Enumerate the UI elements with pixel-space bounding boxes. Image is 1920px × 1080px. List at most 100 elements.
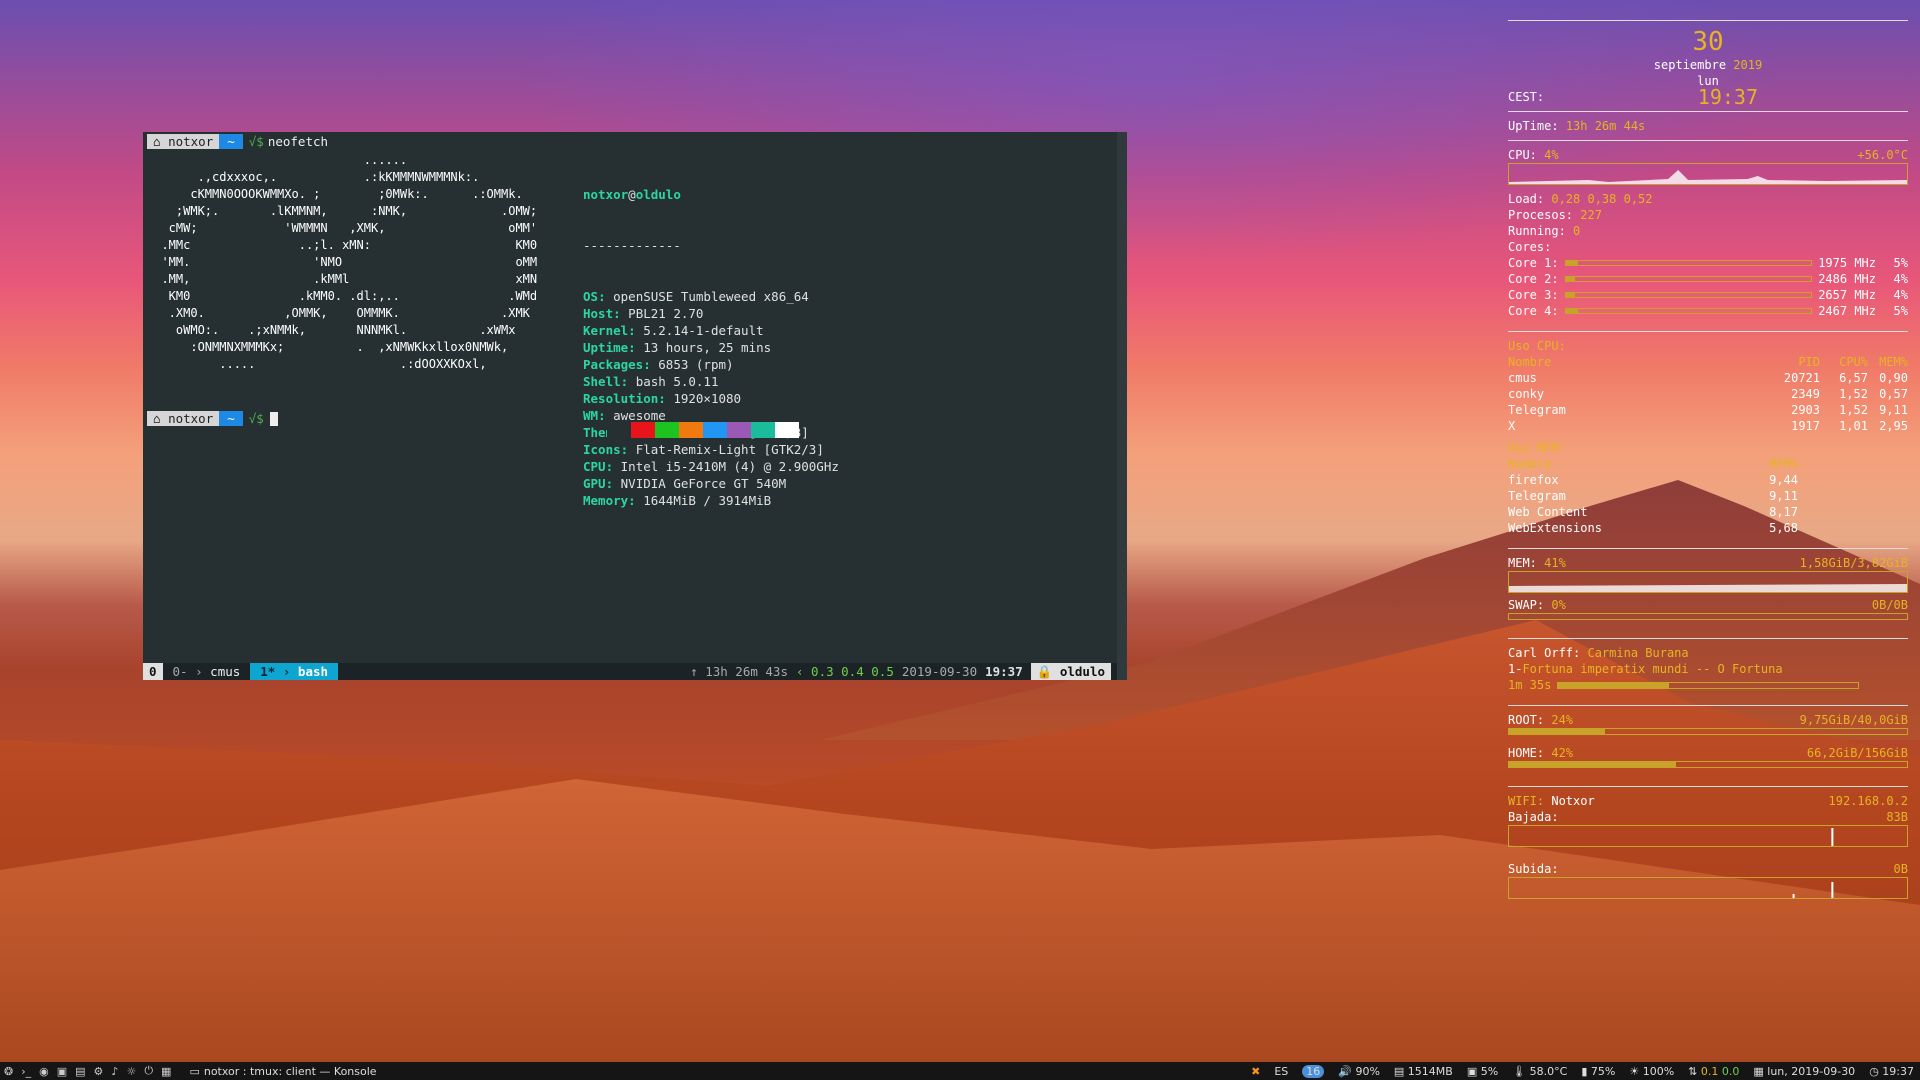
- swap-bar: [1508, 613, 1908, 620]
- tmux-window-0[interactable]: 0- › cmus: [163, 663, 251, 680]
- terminal-scrollbar[interactable]: [1117, 132, 1127, 680]
- net-indicator[interactable]: ⇅ 0.1 0.0: [1688, 1065, 1739, 1078]
- prompt-user: ⌂ notxor: [147, 411, 220, 426]
- mem-cell: WebExtensions: [1508, 521, 1602, 535]
- ascii-logo: ...... .,cdxxxoc,. .:kKMMMNWMMMNk:. cKMM…: [161, 153, 538, 371]
- task-konsole[interactable]: ▭ notxor : tmux: client — Konsole: [189, 1065, 376, 1078]
- prompt-dir: ~: [219, 134, 243, 149]
- text-cursor[interactable]: [269, 411, 278, 426]
- settings-icon[interactable]: ⚙: [94, 1065, 104, 1078]
- palette-swatch: [751, 422, 775, 438]
- temp-indicator: 🌡 58.0°C: [1512, 1064, 1568, 1078]
- tray-close-icon[interactable]: ✖: [1251, 1065, 1260, 1078]
- conky-cores-label: Cores:: [1508, 240, 1552, 254]
- system-info: notxor@oldulo ------------- OS: openSUSE…: [583, 187, 839, 508]
- terminal-window[interactable]: ⌂ notxor ~ √$ neofetch ...... .,cdxxxoc,…: [143, 132, 1127, 680]
- files-icon[interactable]: ▣: [57, 1065, 67, 1078]
- opensuse-icon[interactable]: ◉: [39, 1065, 49, 1078]
- volume-indicator[interactable]: 🔊 90%: [1338, 1065, 1380, 1078]
- conky-uptime: UpTime: 13h 26m 44s: [1508, 119, 1646, 133]
- music-progress: 1m 35s: [1508, 677, 1908, 693]
- info-row: Resolution: 1920×1080: [583, 391, 742, 406]
- core-row: Core 3: 2657 MHz 4%: [1508, 288, 1908, 302]
- date-indicator[interactable]: ▦ lun, 2019-09-30: [1753, 1065, 1855, 1078]
- tmux-session[interactable]: 0: [143, 663, 163, 680]
- palette-swatch: [775, 422, 799, 438]
- palette-swatch: [631, 422, 655, 438]
- cpu-cell: X: [1508, 419, 1516, 433]
- save-icon[interactable]: ▤: [75, 1065, 85, 1078]
- battery-indicator[interactable]: ▮ 75%: [1581, 1065, 1615, 1078]
- cpu-cell: 0,90: [1879, 371, 1908, 385]
- mem-col-header: Nombre: [1508, 457, 1552, 471]
- palette-swatch: [655, 422, 679, 438]
- info-row: GPU: NVIDIA GeForce GT 540M: [583, 476, 787, 491]
- tmux-date: 2019-09-30: [901, 664, 978, 679]
- mem-cell: 9,11: [1769, 489, 1798, 503]
- mem-use-title: Uso MEM:: [1508, 441, 1566, 455]
- core-bar: [1564, 260, 1813, 266]
- command-text: neofetch: [267, 134, 329, 149]
- mem-graph: [1508, 571, 1908, 593]
- palette-swatch: [703, 422, 727, 438]
- upload-graph: [1508, 877, 1908, 899]
- tmux-status-bar: 0 0- › cmus 1* › bash ↑ 13h 26m 43s ‹ 0.…: [143, 663, 1117, 680]
- info-row: CPU: Intel i5-2410M (4) @ 2.900GHz: [583, 459, 839, 474]
- terminal-launcher-icon[interactable]: ›_: [21, 1065, 31, 1078]
- layout-icon[interactable]: ▦: [161, 1065, 171, 1078]
- cpu-cell: conky: [1508, 387, 1545, 401]
- cpu-cell: 1917: [1791, 419, 1820, 433]
- conky-clock: CEST: 19:37: [1508, 85, 1758, 109]
- download-graph: [1508, 825, 1908, 847]
- mic-icon[interactable]: ♪: [111, 1065, 118, 1078]
- cpu-process-table: Nombre PID CPU% MEM% cmus 20721 6,57 0,90 conky 2…: [1508, 354, 1908, 434]
- prompt-line-active: ⌂ notxor ~ √$: [147, 410, 278, 427]
- cpu-cell: cmus: [1508, 371, 1537, 385]
- conky-running: Running: 0: [1508, 224, 1581, 238]
- updates-badge[interactable]: 16: [1302, 1064, 1325, 1078]
- cpu-cell: 2349: [1791, 387, 1820, 401]
- info-row: Icons: Flat-Remix-Light [GTK2/3]: [583, 442, 824, 457]
- mem-cell: firefox: [1508, 473, 1559, 487]
- tmux-host: 🔒 oldulo: [1030, 663, 1111, 680]
- cores-list: Core 1: 1975 MHz 5% Core 2: 2486 MHz 4% Core 3…: [1508, 255, 1908, 319]
- keyboard-layout[interactable]: ES: [1274, 1065, 1288, 1078]
- music-track: 1-Fortuna imperatix mundi -- O Fortuna: [1508, 662, 1783, 676]
- cpu-cell: 20721: [1783, 371, 1820, 385]
- cpu-cell: 0,57: [1879, 387, 1908, 401]
- cpu-col-header: PID: [1798, 355, 1820, 369]
- conky-mem: MEM: 41% 1,58GiB/3,82GiB: [1508, 556, 1908, 570]
- cpu-cell: Telegram: [1508, 403, 1566, 417]
- brightness-indicator[interactable]: ☀ 100%: [1629, 1065, 1674, 1078]
- conky-down: Bajada: 83B: [1508, 810, 1908, 824]
- core-row: Core 2: 2486 MHz 4%: [1508, 272, 1908, 286]
- cpu-col-header: MEM%: [1879, 355, 1908, 369]
- awesome-menu-icon[interactable]: ❂: [4, 1065, 13, 1078]
- mem-process-table: Nombre MEM% firefox 9,44 Telegram 9,11 Web Con…: [1508, 456, 1798, 536]
- prompt-symbol: √$: [248, 134, 264, 149]
- info-row: Host: PBL21 2.70: [583, 306, 704, 321]
- mem-cell: Web Content: [1508, 505, 1588, 519]
- core-bar: [1564, 308, 1813, 314]
- mem-cell: 9,44: [1769, 473, 1798, 487]
- cpu-cell: 2903: [1791, 403, 1820, 417]
- palette-swatch: [607, 422, 631, 438]
- cpu-cell: 1,52: [1839, 403, 1868, 417]
- clock-indicator[interactable]: ◷ 19:37: [1869, 1065, 1914, 1078]
- tmux-window-1[interactable]: 1* › bash: [250, 663, 339, 680]
- mem-indicator: ▤ 1514MB: [1393, 1064, 1453, 1078]
- power-icon[interactable]: ⏻: [144, 1064, 153, 1078]
- info-row: Uptime: 13 hours, 25 mins: [583, 340, 772, 355]
- color-palette: [607, 422, 799, 438]
- conky-procs: Procesos: 227: [1508, 208, 1602, 222]
- conky-date: septiembre 2019: [1653, 58, 1763, 72]
- bulb-icon[interactable]: ☼: [126, 1065, 136, 1078]
- info-row: Shell: bash 5.0.11: [583, 374, 719, 389]
- conky-cpu: CPU: 4% +56.0°C: [1508, 148, 1908, 162]
- conky-home: HOME: 42% 66,2GiB/156GiB: [1508, 746, 1908, 760]
- palette-swatch: [727, 422, 751, 438]
- cpu-col-header: Nombre: [1508, 355, 1552, 369]
- root-bar: [1508, 728, 1908, 735]
- core-bar: [1564, 276, 1813, 282]
- cpu-cell: 2,95: [1879, 419, 1908, 433]
